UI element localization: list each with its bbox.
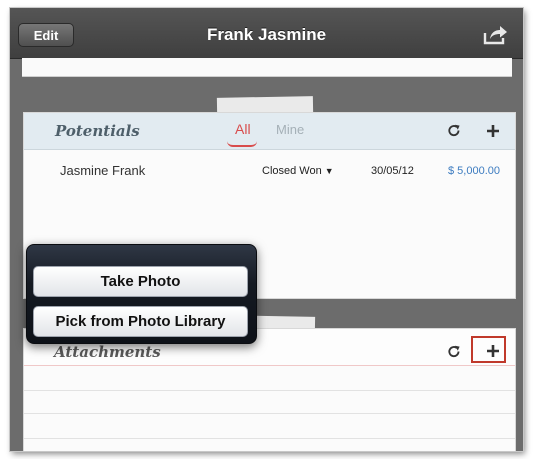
tab-mine[interactable]: Mine [276, 122, 304, 137]
chevron-down-icon: ▼ [324, 166, 334, 176]
potential-name[interactable]: Jasmine Frank [60, 163, 145, 178]
page-title: Frank Jasmine [206, 25, 327, 44]
share-icon[interactable] [482, 24, 508, 46]
add-attachment-highlight [471, 336, 506, 363]
tab-all[interactable]: All [235, 121, 251, 137]
divider [24, 438, 515, 439]
tab-all-underline [227, 141, 257, 147]
take-photo-button[interactable]: Take Photo [33, 266, 248, 297]
closing-date: 30/05/12 [371, 165, 414, 177]
previous-section-strip [22, 58, 512, 77]
pick-from-library-button[interactable]: Pick from Photo Library [33, 306, 248, 337]
photo-source-popover: Take Photo Pick from Photo Library [26, 244, 257, 344]
refresh-icon[interactable] [447, 345, 461, 359]
app-window: Edit Frank Jasmine Potentials All Mine J… [10, 8, 523, 451]
potentials-title: Potentials [55, 122, 140, 140]
add-icon[interactable] [486, 124, 500, 138]
stage-dropdown[interactable]: Closed Won ▼ [262, 165, 334, 177]
amount-link[interactable]: $ 5,000.00 [448, 165, 500, 177]
divider [24, 413, 515, 414]
potentials-header: Potentials All Mine [24, 113, 515, 150]
stage-value: Closed Won [262, 165, 322, 177]
attachments-title: Attachments [54, 343, 161, 361]
refresh-icon[interactable] [447, 124, 461, 138]
navigation-bar: Edit Frank Jasmine [10, 8, 523, 59]
attachments-card: Attachments [23, 328, 516, 451]
divider [24, 390, 515, 391]
